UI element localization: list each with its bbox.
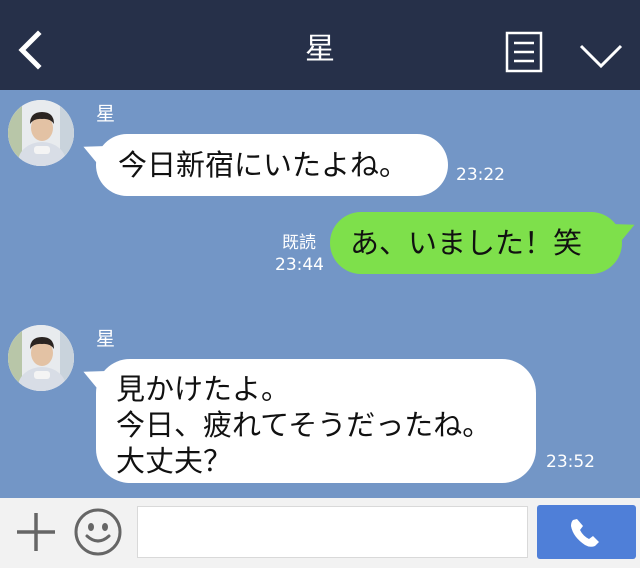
message-row: 既読 23:44 あ、いました！笑: [0, 212, 640, 278]
read-receipt: 既読: [282, 233, 316, 253]
message-time: 23:44: [275, 255, 324, 275]
avatar-image: [8, 100, 74, 166]
phone-icon: [571, 519, 599, 547]
sender-name: 星: [96, 103, 116, 125]
message-time: 23:52: [546, 452, 595, 472]
avatar-image: [8, 325, 74, 391]
chevron-left-icon[interactable]: [14, 30, 54, 70]
incoming-message-bubble[interactable]: 今日新宿にいたよね。: [96, 134, 448, 196]
incoming-message-bubble[interactable]: 見かけたよ。 今日、疲れてそうだったね。 大丈夫？: [96, 359, 536, 483]
chat-header: 星: [0, 0, 640, 90]
chat-title: 星: [305, 32, 335, 67]
message-input[interactable]: [137, 506, 528, 558]
message-time: 23:22: [456, 165, 505, 185]
avatar[interactable]: [8, 100, 74, 166]
outgoing-message-bubble[interactable]: あ、いました！笑: [330, 212, 622, 274]
plus-icon[interactable]: [14, 510, 58, 554]
message-row: 星 今日新宿にいたよね。 23:22: [0, 100, 640, 200]
smiley-icon[interactable]: [72, 506, 124, 558]
sender-name: 星: [96, 328, 116, 350]
composer-bar: [0, 498, 640, 568]
note-icon[interactable]: [505, 31, 543, 73]
message-row: 星 見かけたよ。 今日、疲れてそうだったね。 大丈夫？ 23:52: [0, 325, 640, 485]
call-button[interactable]: [537, 505, 636, 559]
avatar[interactable]: [8, 325, 74, 391]
chevron-down-icon[interactable]: [578, 40, 624, 70]
